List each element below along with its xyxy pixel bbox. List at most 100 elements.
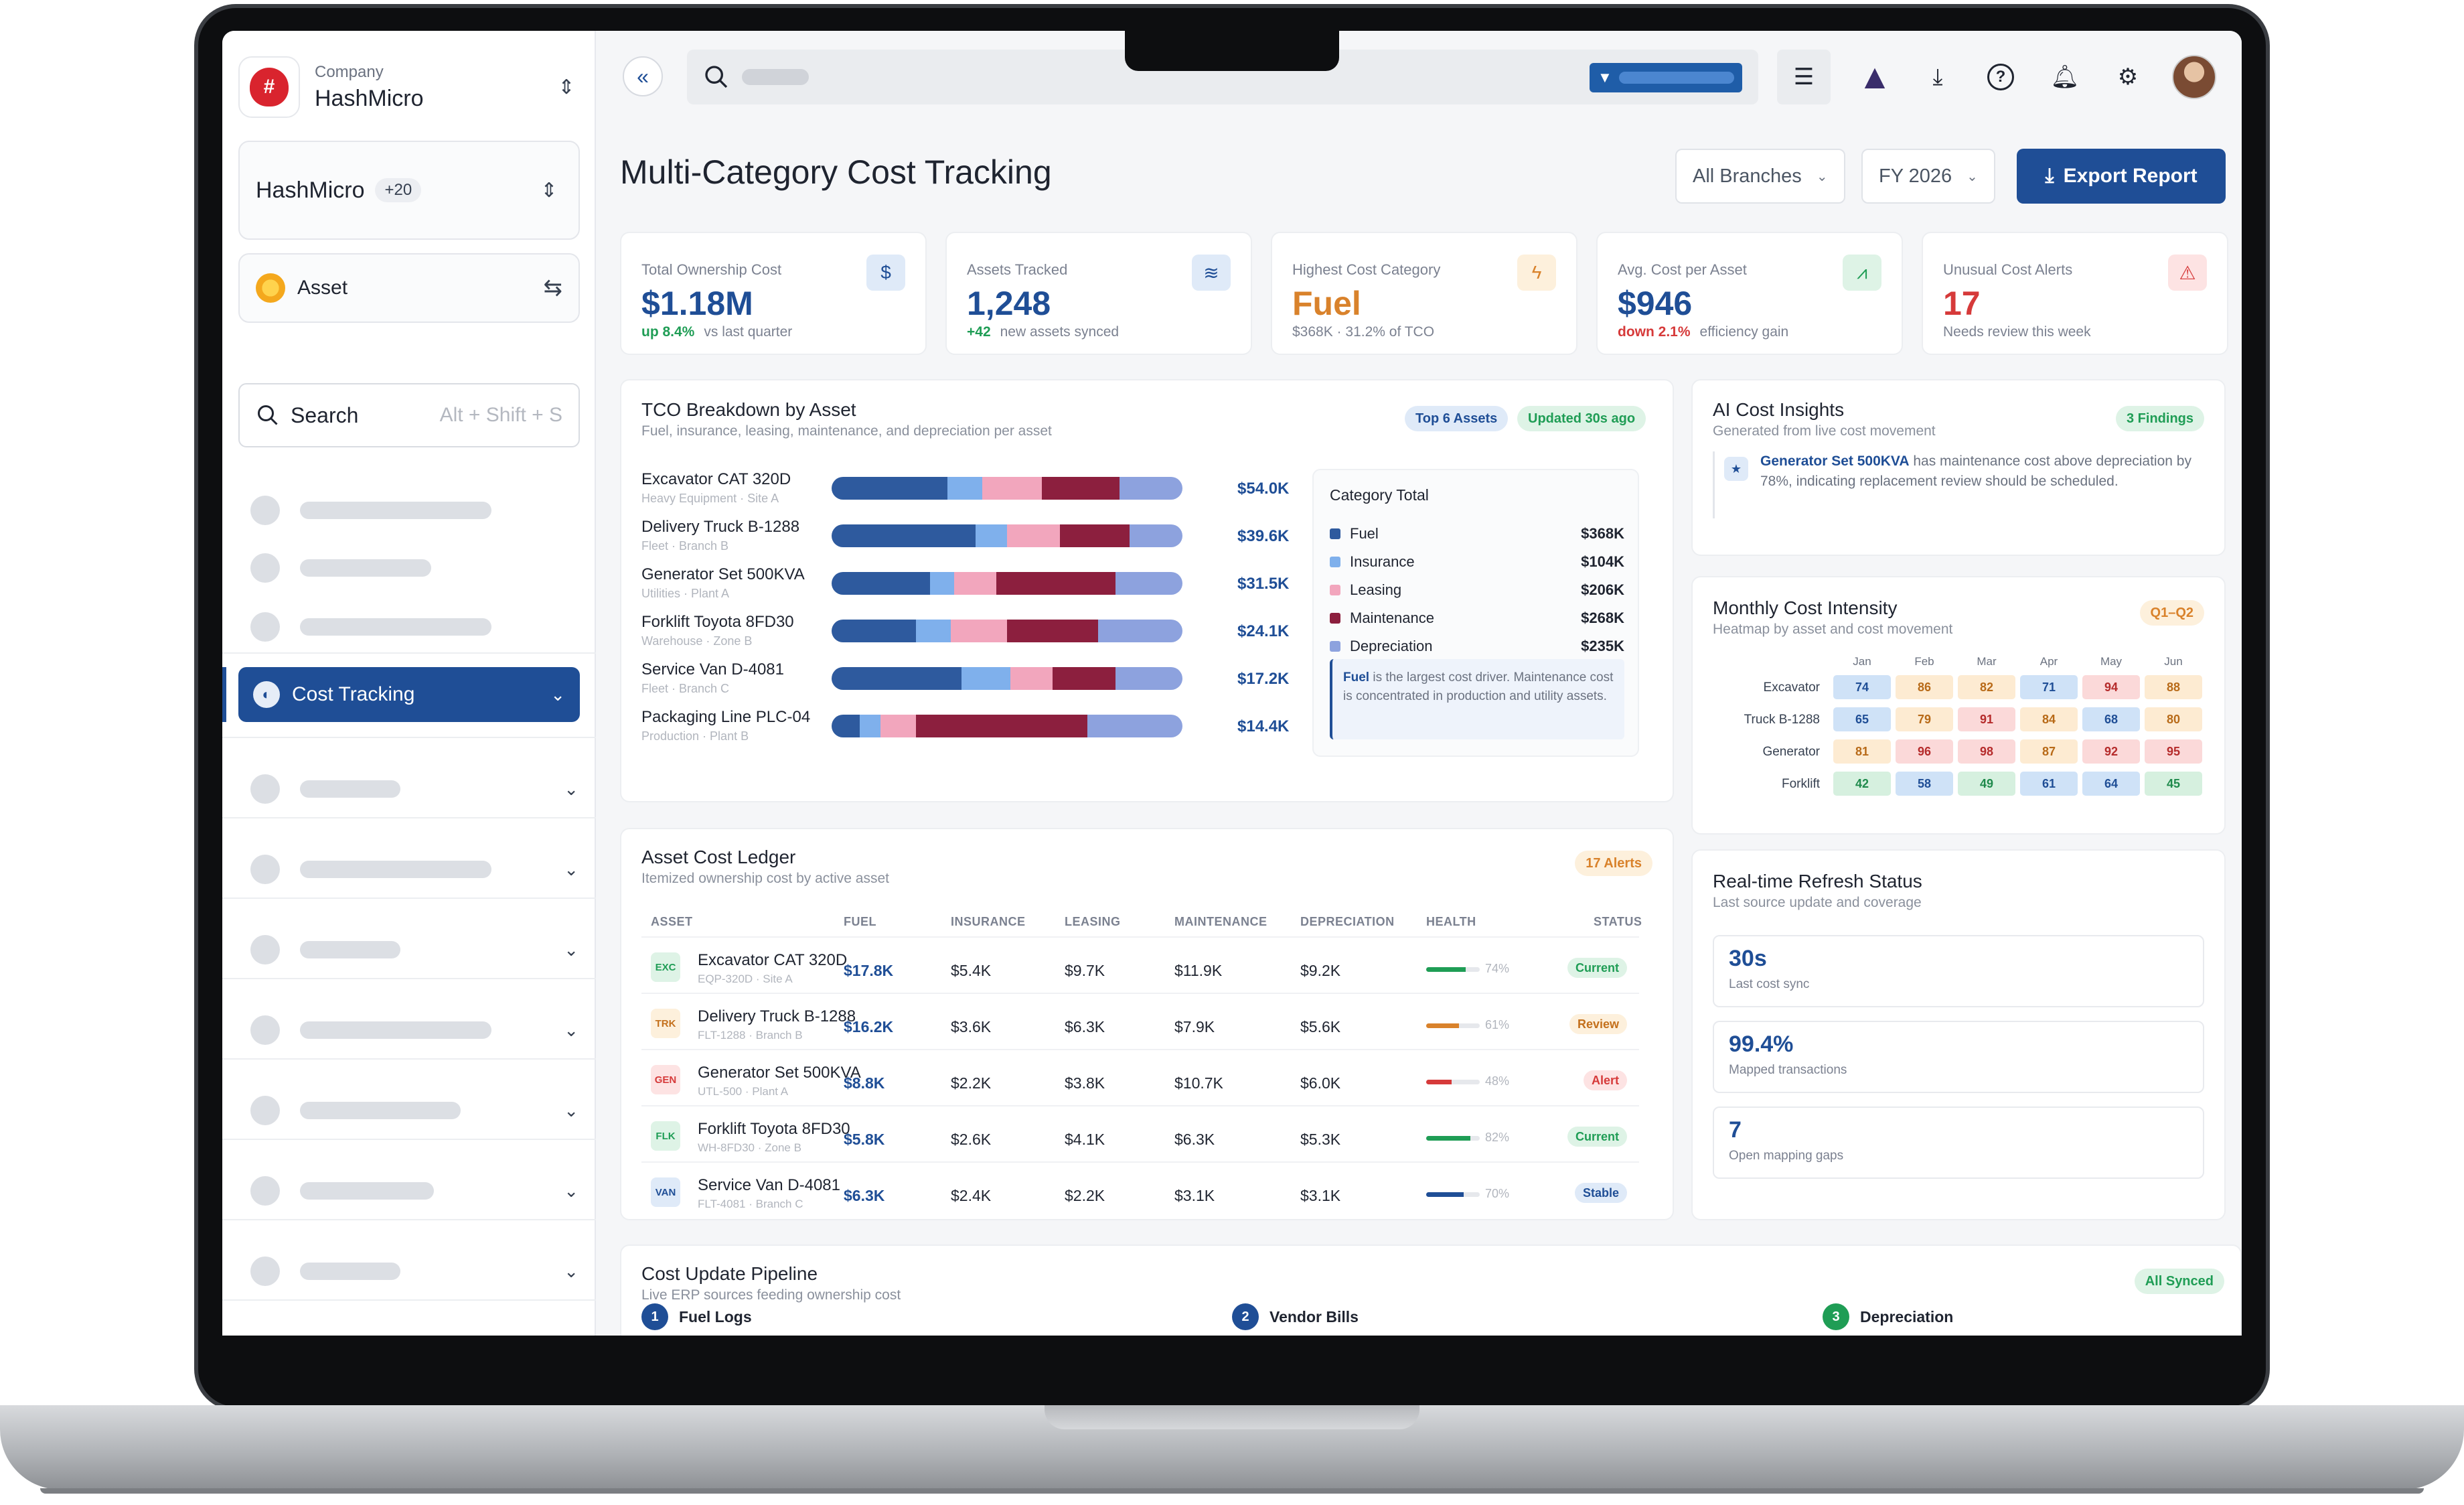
tco-bar-segment [859, 715, 881, 737]
help-button[interactable]: ? [1974, 50, 2027, 104]
kpi-value: 17 [1943, 285, 1981, 322]
step-label: Fuel Logs [679, 1307, 752, 1325]
col-header: FUEL [844, 915, 876, 928]
health-bar [1426, 967, 1480, 972]
insight-item[interactable]: ★ Generator Set 500KVA has maintenance c… [1713, 451, 2207, 518]
settings-button[interactable]: ⚙ [2101, 50, 2155, 104]
heatmap-cell[interactable]: 68 [2082, 707, 2140, 731]
heatmap-cell[interactable]: 81 [1833, 739, 1891, 764]
health-bar-fill [1426, 967, 1466, 972]
heatmap-cell[interactable]: 64 [2082, 772, 2140, 796]
tco-bar-segment [832, 620, 916, 642]
kpi-card-total-ownership-cost: Total Ownership Cost $1.18M up 8.4% vs la… [620, 232, 927, 355]
cell-depreciation: $5.3K [1300, 1131, 1341, 1148]
heatmap-cell[interactable]: 74 [1833, 675, 1891, 699]
heatmap-cell[interactable]: 84 [2020, 707, 2078, 731]
pipeline-step[interactable]: 3 Depreciation [1823, 1303, 1953, 1330]
table-row[interactable]: VAN Service Van D-4081 FLT-4081 · Branch C… [641, 1161, 1639, 1218]
settings-sliders-button[interactable]: ☰ [1777, 50, 1831, 104]
table-row[interactable]: GEN Generator Set 500KVA UTL-500 · Plant A… [641, 1049, 1639, 1105]
chevron-down-icon: ⌄ [1967, 169, 1978, 184]
tco-bar-segment [954, 572, 997, 595]
heatmap-cell[interactable]: 58 [1896, 772, 1953, 796]
nav-placeholder[interactable]: ⌄ [250, 1257, 579, 1286]
user-avatar[interactable] [2172, 55, 2216, 99]
nav-placeholder[interactable]: ⌄ [250, 935, 579, 964]
heatmap-cell[interactable]: 71 [2020, 675, 2078, 699]
laptop-base-edge [40, 1488, 2424, 1494]
wizard-hat-button[interactable]: ▲ [1848, 50, 1902, 104]
download-button[interactable]: ⤓ [1911, 50, 1965, 104]
branch-filter-dropdown[interactable]: All Branches ⌄ [1675, 149, 1845, 204]
table-row[interactable]: TRK Delivery Truck B-1288 FLT-1288 · Branc… [641, 993, 1639, 1049]
heatmap-cell[interactable]: 61 [2020, 772, 2078, 796]
org-selector[interactable]: HashMicro +20 ⇕ [238, 141, 580, 240]
findings-badge[interactable]: 3 Findings [2116, 406, 2204, 431]
heatmap-cell[interactable]: 49 [1958, 772, 2015, 796]
tco-bar-segment [1042, 477, 1120, 500]
year-filter-dropdown[interactable]: FY 2026 ⌄ [1861, 149, 1995, 204]
sidebar-search[interactable]: Search Alt + Shift + S [238, 383, 580, 447]
step-number: 1 [641, 1303, 668, 1330]
company-switcher[interactable]: # Company HashMicro ⇕ [238, 54, 580, 121]
nav-placeholder[interactable]: ⌄ [250, 1015, 579, 1045]
step-number: 2 [1232, 1303, 1259, 1330]
heatmap-cell[interactable]: 92 [2082, 739, 2140, 764]
top-assets-badge[interactable]: Top 6 Assets [1405, 406, 1509, 431]
asset-name: Service Van D-4081 [641, 660, 784, 678]
panel-title: TCO Breakdown by Asset [641, 399, 856, 420]
nav-placeholder[interactable]: ⌄ [250, 1096, 579, 1125]
heatmap-cell[interactable]: 87 [2020, 739, 2078, 764]
legend-name: Insurance [1350, 553, 1415, 570]
step-label: Vendor Bills [1269, 1307, 1359, 1325]
table-row[interactable]: FLK Forklift Toyota 8FD30 WH-8FD30 · Zone … [641, 1105, 1639, 1161]
year-filter-value: FY 2026 [1879, 165, 1952, 187]
tco-asset-row[interactable]: Excavator CAT 320D Heavy Equipment · Site… [641, 470, 1311, 512]
heatmap-cell[interactable]: 96 [1896, 739, 1953, 764]
tco-asset-row[interactable]: Delivery Truck B-1288 Fleet · Branch B $39… [641, 518, 1311, 559]
col-header: ASSET [651, 915, 693, 928]
cell-insurance: $2.2K [951, 1074, 992, 1092]
heatmap-cell[interactable]: 86 [1896, 675, 1953, 699]
nav-item-cost-tracking[interactable]: ◐ Cost Tracking ⌄ [238, 667, 580, 722]
heatmap-cell[interactable]: 65 [1833, 707, 1891, 731]
tco-asset-row[interactable]: Packaging Line PLC-04 Production · Plant … [641, 708, 1311, 749]
swap-icon[interactable]: ⇆ [544, 275, 563, 301]
cost-tracking-icon: ◐ [253, 681, 280, 708]
pipeline-step[interactable]: 1 Fuel Logs [641, 1303, 752, 1330]
collapse-sidebar-button[interactable]: « [623, 56, 663, 96]
nav-placeholder[interactable] [250, 553, 431, 583]
nav-placeholder[interactable] [250, 612, 491, 642]
heatmap-cell[interactable]: 45 [2145, 772, 2202, 796]
tco-bar-segment [1115, 572, 1182, 595]
alerts-badge[interactable]: 17 Alerts [1575, 851, 1652, 876]
health-value: 82% [1485, 1131, 1510, 1144]
tco-asset-row[interactable]: Forklift Toyota 8FD30 Warehouse · Zone B $… [641, 613, 1311, 654]
heatmap-cell[interactable]: 95 [2145, 739, 2202, 764]
heatmap-month: Apr [2039, 655, 2058, 668]
heatmap-cell[interactable]: 80 [2145, 707, 2202, 731]
heatmap-cell[interactable]: 94 [2082, 675, 2140, 699]
tco-asset-row[interactable]: Generator Set 500KVA Utilities · Plant A $… [641, 565, 1311, 607]
nav-placeholder[interactable]: ⌄ [250, 774, 579, 804]
notifications-button[interactable]: 🔔︎ [2038, 50, 2092, 104]
tco-bar-segment [951, 620, 1007, 642]
heatmap-cell[interactable]: 88 [2145, 675, 2202, 699]
nav-placeholder[interactable] [250, 496, 491, 525]
heatmap-cell[interactable]: 91 [1958, 707, 2015, 731]
heatmap-cell[interactable]: 98 [1958, 739, 2015, 764]
nav-placeholder[interactable]: ⌄ [250, 1176, 579, 1206]
heatmap-cell[interactable]: 42 [1833, 772, 1891, 796]
nav-placeholder[interactable]: ⌄ [250, 855, 579, 884]
table-row[interactable]: EXC Excavator CAT 320D EQP-320D · Site A $1… [641, 936, 1639, 993]
col-header: LEASING [1065, 915, 1121, 928]
tco-asset-row[interactable]: Service Van D-4081 Fleet · Branch C $17.2K [641, 660, 1311, 702]
legend-swatch [1330, 528, 1340, 539]
asset-sub: Fleet · Branch C [641, 682, 730, 695]
pipeline-step[interactable]: 2 Vendor Bills [1232, 1303, 1359, 1330]
export-report-button[interactable]: ⤓ Export Report [2017, 149, 2226, 204]
heatmap-cell[interactable]: 79 [1896, 707, 1953, 731]
heatmap-cell[interactable]: 82 [1958, 675, 2015, 699]
module-selector[interactable]: Asset ⇆ [238, 253, 580, 323]
search-filter-chip[interactable]: ▼ [1590, 63, 1742, 92]
